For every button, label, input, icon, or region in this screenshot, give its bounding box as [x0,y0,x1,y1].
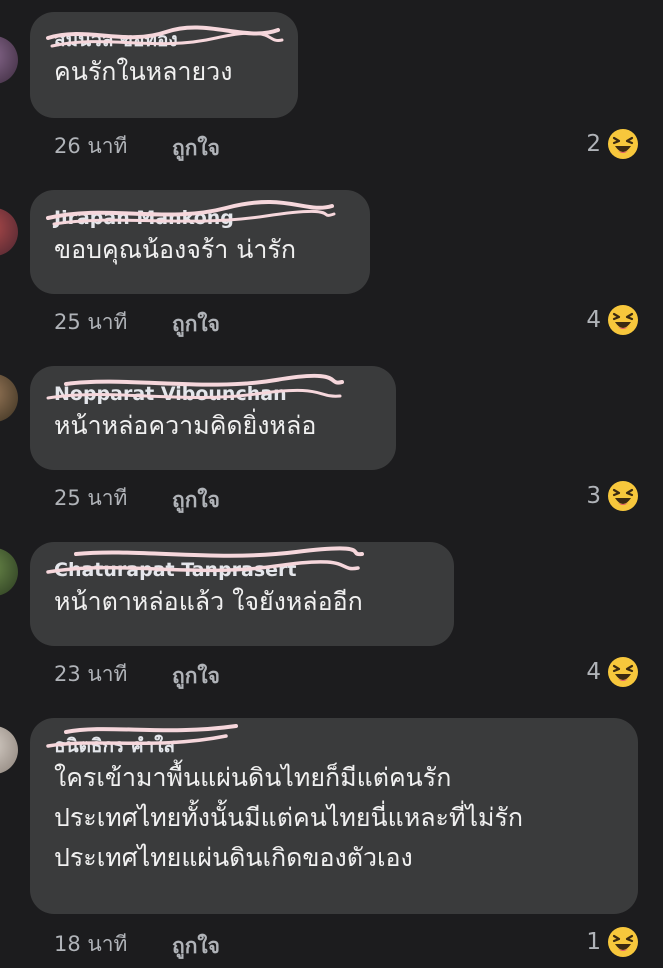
reaction-count: 4 [586,307,601,333]
like-button[interactable]: ถูกใจ [172,930,220,963]
reaction-summary[interactable]: 2 [586,128,639,160]
avatar[interactable] [0,726,18,774]
reaction-summary[interactable]: 4 [586,656,639,688]
haha-icon [608,129,638,159]
comment-time: 23 นาที [54,662,128,686]
avatar[interactable] [0,374,18,422]
comment-bubble[interactable]: Nopparat Vibounchan หน้าหล่อความคิดยิ่งห… [30,366,396,470]
haha-icon [608,305,638,335]
reaction-summary[interactable]: 3 [586,480,639,512]
comment-author[interactable]: Chaturapat Tanprasert [46,546,364,582]
comment-author[interactable]: สมนวล ขอทอง [46,25,284,52]
comment-time: 25 นาที [54,310,128,334]
comment-meta: 25 นาที ถูกใจ [54,306,220,339]
haha-icon [608,657,638,687]
reaction-count: 1 [586,929,601,955]
haha-icon [608,927,638,957]
like-button[interactable]: ถูกใจ [172,308,220,341]
comment-time: 26 นาที [54,134,128,158]
comment-bubble[interactable]: ธนิตธิกร คำใส ใครเข้ามาพื้นแผ่นดินไทยก็ม… [30,718,638,914]
comment-meta: 18 นาที ถูกใจ [54,928,220,961]
like-button[interactable]: ถูกใจ [172,484,220,517]
comment-time: 25 นาที [54,486,128,510]
comment-time: 18 นาที [54,932,128,956]
like-button[interactable]: ถูกใจ [172,660,220,693]
comment-text: ใครเข้ามาพื้นแผ่นดินไทยก็มีแต่คนรัก ประเ… [54,763,524,872]
comment-bubble[interactable]: Chaturapat Tanprasert หน้าตาหล่อแล้ว ใจย… [30,542,454,646]
comment-text: หน้าหล่อความคิดยิ่งหล่อ [54,411,317,440]
comment-author[interactable]: ธนิตธิกร คำใส [46,724,238,758]
comment-text: ขอบคุณน้องจร้า น่ารัก [54,235,296,264]
reaction-count: 2 [586,131,601,157]
avatar[interactable] [0,208,18,256]
haha-icon [608,481,638,511]
reaction-summary[interactable]: 4 [586,304,639,336]
comment-text: คนรักในหลายวง [54,57,233,86]
reaction-count: 3 [586,483,601,509]
comment-author[interactable]: Jirapan Mankong [46,200,336,230]
avatar[interactable] [0,548,18,596]
comment-bubble[interactable]: Jirapan Mankong ขอบคุณน้องจร้า น่ารัก [30,190,370,294]
like-button[interactable]: ถูกใจ [172,132,220,165]
comment-meta: 25 นาที ถูกใจ [54,482,220,515]
comment-bubble[interactable]: สมนวล ขอทอง คนรักในหลายวง [30,12,298,118]
reaction-summary[interactable]: 1 [586,926,639,958]
comment-text: หน้าตาหล่อแล้ว ใจยังหล่ออีก [54,587,363,616]
comment-author[interactable]: Nopparat Vibounchan [46,373,344,406]
comment-meta: 26 นาที ถูกใจ [54,130,220,163]
comment-meta: 23 นาที ถูกใจ [54,658,220,691]
reaction-count: 4 [586,659,601,685]
avatar[interactable] [0,36,18,84]
